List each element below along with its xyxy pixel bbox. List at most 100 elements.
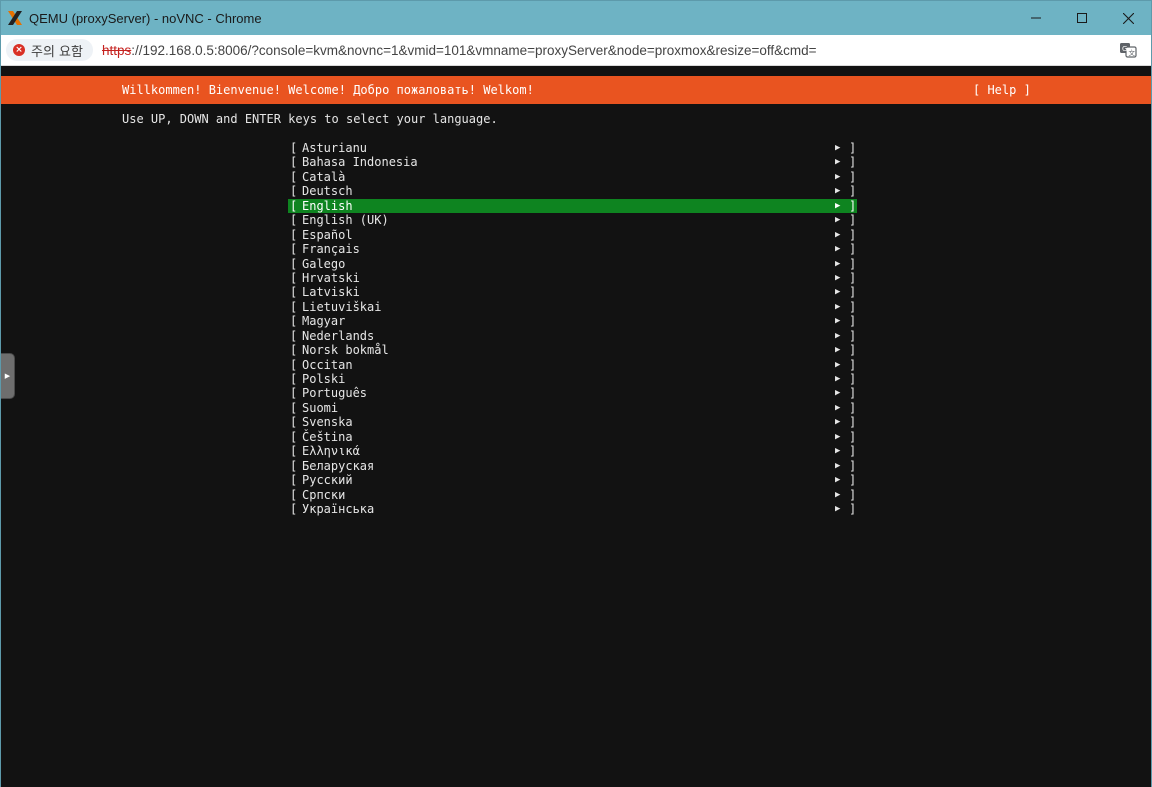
browser-window: QEMU (proxyServer) - noVNC - Chrome × 주의… [0,0,1152,787]
language-option[interactable]: [Occitan ▶] [288,358,857,372]
left-bracket: [ [290,372,298,386]
right-bracket: ] [849,198,857,213]
left-bracket: [ [290,386,298,401]
security-warning-text: 주의 요함 [31,44,83,60]
left-bracket: [ [290,227,298,242]
language-option[interactable]: [Српски ▶] [288,488,857,502]
submenu-arrow-icon: ▶ [835,388,841,399]
language-option[interactable]: [English (UK) ▶] [288,213,857,227]
submenu-arrow-icon: ▶ [835,475,841,486]
svg-text:G: G [1122,45,1127,53]
language-option[interactable]: [Bahasa Indonesia ▶] [288,155,857,169]
language-label: Português [302,386,368,401]
url-text[interactable]: https://192.168.0.5:8006/?console=kvm&no… [102,43,817,58]
submenu-arrow-icon: ▶ [835,215,841,226]
language-option[interactable]: [Čeština ▶] [288,430,857,444]
language-label: Occitan [302,357,353,372]
right-bracket: ] [849,357,857,372]
submenu-arrow-icon: ▶ [835,157,841,168]
minimize-button[interactable] [1013,1,1059,35]
language-label: Српски [302,487,346,502]
right-bracket: ] [849,415,857,430]
language-option[interactable]: [Latviski ▶] [288,285,857,299]
language-option[interactable]: [ Português ▶] [288,386,857,400]
language-option[interactable]: [Lietuviškai ▶] [288,300,857,314]
close-button[interactable] [1105,1,1151,35]
submenu-arrow-icon: ▶ [835,374,841,384]
svg-text:文: 文 [1129,48,1136,57]
left-bracket: [ [290,473,298,488]
submenu-arrow-icon: ▶ [835,287,841,298]
left-bracket: [ [290,270,298,285]
left-bracket: [ [290,487,298,502]
language-list: [Asturianu ▶] [Bahasa Indonesia ▶] [Català ▶]… [288,141,857,516]
maximize-button[interactable] [1059,1,1105,35]
language-option[interactable]: [Català ▶] [288,170,857,184]
title-bar[interactable]: QEMU (proxyServer) - noVNC - Chrome [1,1,1151,35]
left-bracket: [ [290,400,298,415]
language-option[interactable]: [Français ▶] [288,242,857,256]
submenu-arrow-icon: ▶ [835,503,841,514]
translate-icon[interactable]: G 文 [1119,41,1137,59]
right-bracket: ] [849,184,857,199]
language-label: English [302,198,353,213]
language-label: Català [302,169,346,184]
language-option[interactable]: [Asturianu ▶] [288,141,857,155]
submenu-arrow-icon: ▶ [835,244,841,255]
language-option[interactable]: [Svenska ▶] [288,415,857,429]
language-option[interactable]: [Español ▶] [288,228,857,242]
left-bracket: [ [290,256,298,271]
language-option[interactable]: [Polski ▶] [288,372,857,386]
right-bracket: ] [849,473,857,488]
language-option[interactable]: [Galego ▶] [288,257,857,271]
submenu-arrow-icon: ▶ [835,186,841,197]
novnc-control-bar-handle[interactable]: ▶ [1,353,15,399]
language-option[interactable]: [Suomi ▶] [288,401,857,415]
language-option[interactable]: [Hrvatski ▶] [288,271,857,285]
submenu-arrow-icon: ▶ [835,489,841,500]
language-label: Ελληνικά [302,444,360,459]
language-label: Asturianu [302,141,368,155]
language-option[interactable]: [Nederlands ▶] [288,329,857,343]
help-button[interactable]: [ Help ] [973,83,1031,97]
language-label: Беларуская [302,458,375,473]
right-bracket: ] [849,213,857,228]
window-title: QEMU (proxyServer) - noVNC - Chrome [29,10,262,26]
submenu-arrow-icon: ▶ [835,345,841,356]
language-option[interactable]: [Ελληνικά ▶] [288,444,857,458]
right-bracket: ] [849,285,857,300]
language-label: Bahasa Indonesia [302,155,418,170]
submenu-arrow-icon: ▶ [835,330,841,341]
submenu-arrow-icon: ▶ [835,402,841,413]
language-option[interactable]: [Norsk bokmål ▶] [288,343,857,357]
left-bracket: [ [290,155,298,170]
left-bracket: [ [290,458,298,473]
left-bracket: [ [290,169,298,184]
language-option[interactable]: [ Русский ▶] [288,473,857,487]
language-label: Русский [302,473,353,488]
left-bracket: [ [290,198,298,213]
address-bar[interactable]: × 주의 요함 https://192.168.0.5:8006/?consol… [1,35,1151,66]
language-option[interactable]: [Magyar ▶] [288,314,857,328]
right-bracket: ] [849,400,857,415]
console-top-strip [1,67,1151,74]
security-chip[interactable]: × 주의 요함 [6,39,93,61]
vnc-console[interactable]: Willkommen! Bienvenue! Welcome! Добро по… [1,67,1151,787]
language-option[interactable]: [Беларуская ▶] [288,459,857,473]
submenu-arrow-icon: ▶ [835,316,841,327]
right-bracket: ] [849,429,857,444]
language-label: Українська [302,501,375,516]
language-option[interactable]: [Українська ▶] [288,502,857,516]
language-label: Nederlands [302,328,375,343]
submenu-arrow-icon: ▶ [835,301,841,312]
submenu-arrow-icon: ▶ [835,272,841,283]
language-option[interactable]: [English ▶] [288,198,857,214]
url-scheme: https [101,42,132,58]
url-rest: ://192.168.0.5:8006/?console=kvm&novnc=1… [131,42,817,58]
banner-text: Willkommen! Bienvenue! Welcome! Добро по… [122,83,534,97]
submenu-arrow-icon: ▶ [835,171,841,182]
right-bracket: ] [849,386,857,401]
language-option[interactable]: [Deutsch ▶] [288,184,857,198]
right-bracket: ] [849,242,857,257]
left-bracket: [ [290,429,298,444]
